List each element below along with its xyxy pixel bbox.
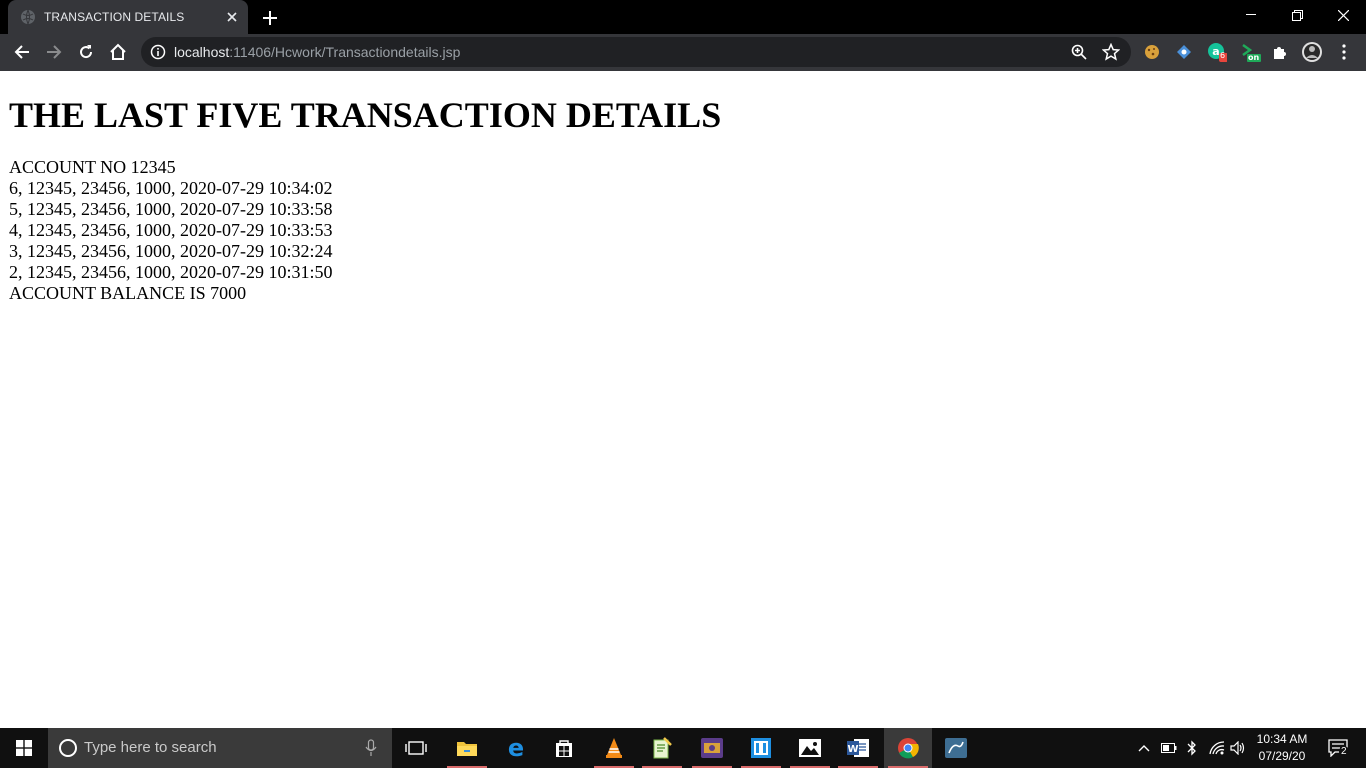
clock-date: 07/29/20 bbox=[1258, 749, 1306, 763]
svg-text:e: e bbox=[508, 737, 524, 759]
transaction-list: ACCOUNT NO 12345 6, 12345, 23456, 1000, … bbox=[9, 157, 333, 304]
notification-center-icon[interactable]: 2 bbox=[1320, 728, 1356, 768]
extension-badge: 6 bbox=[1220, 51, 1226, 60]
bluetooth-icon[interactable] bbox=[1182, 728, 1202, 768]
app-window-icon[interactable] bbox=[737, 728, 785, 768]
grammar-extension-icon[interactable]: a 6 bbox=[1206, 41, 1228, 63]
battery-icon[interactable] bbox=[1158, 728, 1180, 768]
word-icon[interactable]: W bbox=[834, 728, 882, 768]
photos-icon[interactable] bbox=[786, 728, 834, 768]
file-explorer-icon[interactable] bbox=[443, 728, 491, 768]
transaction-row: 5, 12345, 23456, 1000, 2020-07-29 10:33:… bbox=[9, 199, 333, 219]
page-title: THE LAST FIVE TRANSACTION DETAILS bbox=[9, 95, 722, 135]
page-content: THE LAST FIVE TRANSACTION DETAILS ACCOUN… bbox=[0, 71, 1366, 728]
text-editor-icon[interactable] bbox=[638, 728, 686, 768]
browser-tab[interactable]: TRANSACTION DETAILS bbox=[8, 0, 248, 34]
account-number: ACCOUNT NO 12345 bbox=[9, 157, 176, 177]
extension-on-badge: on bbox=[1248, 53, 1260, 62]
url-path: :11406/Hcwork/Transactiondetails.jsp bbox=[229, 44, 461, 60]
menu-kebab-icon[interactable] bbox=[1333, 41, 1355, 63]
url-text[interactable]: localhost:11406/Hcwork/Transactiondetail… bbox=[174, 44, 460, 60]
media-app-icon[interactable] bbox=[688, 728, 736, 768]
search-icon bbox=[59, 739, 77, 757]
transaction-row: 2, 12345, 23456, 1000, 2020-07-29 10:31:… bbox=[9, 262, 333, 282]
browser-toolbar: localhost:11406/Hcwork/Transactiondetail… bbox=[0, 34, 1366, 71]
vlc-icon[interactable] bbox=[590, 728, 638, 768]
microphone-icon[interactable] bbox=[362, 739, 380, 757]
notification-count: 2 bbox=[1339, 746, 1349, 757]
profile-avatar[interactable] bbox=[1301, 41, 1323, 63]
close-tab-icon[interactable] bbox=[222, 7, 242, 27]
volume-icon[interactable] bbox=[1228, 728, 1250, 768]
back-icon[interactable] bbox=[8, 38, 36, 66]
browser-tabstrip: TRANSACTION DETAILS bbox=[0, 0, 1366, 34]
transaction-row: 3, 12345, 23456, 1000, 2020-07-29 10:32:… bbox=[9, 241, 333, 261]
address-bar[interactable]: localhost:11406/Hcwork/Transactiondetail… bbox=[141, 37, 1131, 67]
zoom-icon[interactable] bbox=[1069, 42, 1089, 62]
reload-icon[interactable] bbox=[72, 38, 100, 66]
chrome-icon[interactable] bbox=[884, 728, 932, 768]
dropbox-extension-icon[interactable] bbox=[1173, 41, 1195, 63]
extensions-puzzle-icon[interactable] bbox=[1269, 41, 1291, 63]
forward-icon[interactable] bbox=[40, 38, 68, 66]
store-icon[interactable] bbox=[540, 728, 588, 768]
account-balance: ACCOUNT BALANCE IS 7000 bbox=[9, 283, 247, 303]
task-view-icon[interactable] bbox=[392, 728, 440, 768]
windows-start-icon[interactable] bbox=[0, 728, 48, 768]
home-icon[interactable] bbox=[104, 38, 132, 66]
system-clock[interactable]: 10:34 AM 07/29/20 bbox=[1250, 731, 1314, 765]
taskbar: Type here to search e W 10:34 AM 07/29/2… bbox=[0, 728, 1366, 768]
url-host: localhost bbox=[174, 44, 230, 60]
taskbar-search-box[interactable]: Type here to search bbox=[48, 728, 392, 768]
edge-browser-icon[interactable]: e bbox=[492, 728, 540, 768]
globe-icon bbox=[21, 9, 35, 25]
info-icon[interactable] bbox=[150, 44, 166, 60]
minimize-icon[interactable] bbox=[1228, 0, 1274, 30]
mysql-workbench-icon[interactable] bbox=[933, 728, 979, 768]
chevron-up-icon[interactable] bbox=[1134, 728, 1154, 768]
transaction-row: 6, 12345, 23456, 1000, 2020-07-29 10:34:… bbox=[9, 178, 333, 198]
tab-title: TRANSACTION DETAILS bbox=[44, 10, 185, 24]
bookmark-star-icon[interactable] bbox=[1101, 42, 1121, 62]
svg-text:W: W bbox=[847, 744, 858, 755]
search-placeholder: Type here to search bbox=[84, 739, 217, 756]
transaction-row: 4, 12345, 23456, 1000, 2020-07-29 10:33:… bbox=[9, 220, 333, 240]
wifi-icon[interactable] bbox=[1206, 728, 1228, 768]
close-window-icon[interactable] bbox=[1320, 0, 1366, 30]
cookie-extension-icon[interactable] bbox=[1141, 41, 1163, 63]
new-tab-button[interactable] bbox=[258, 6, 282, 30]
restore-icon[interactable] bbox=[1274, 0, 1320, 30]
svg-text:a: a bbox=[1212, 45, 1219, 58]
terminal-extension-icon[interactable]: on bbox=[1240, 41, 1262, 63]
clock-time: 10:34 AM bbox=[1256, 732, 1308, 746]
